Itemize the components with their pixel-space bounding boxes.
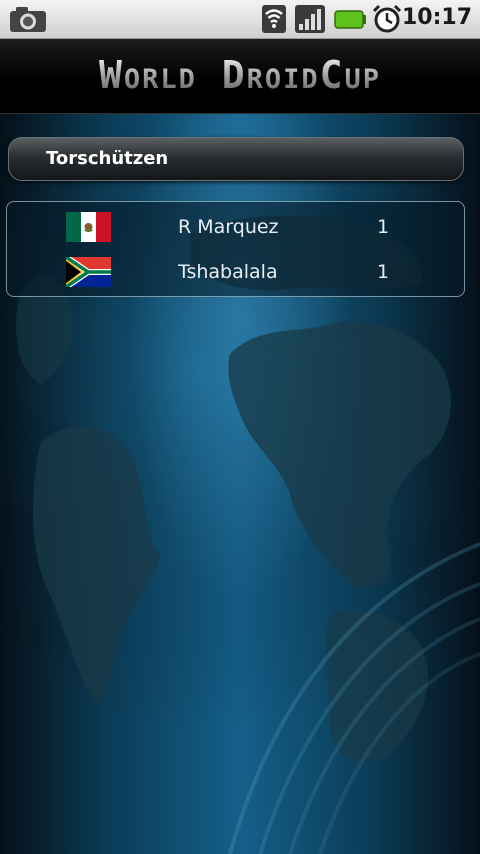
south-africa-flag-icon	[66, 257, 111, 287]
alarm-icon	[372, 4, 402, 33]
scorer-goals: 1	[377, 216, 390, 238]
status-time: 10:17	[401, 5, 472, 30]
app-title: World DroidCup	[0, 53, 480, 97]
screen: 10:17 World DroidCup Torschützen R Marqu…	[0, 0, 480, 854]
scorer-name: Tshabalala	[178, 261, 278, 283]
camera-icon	[10, 7, 46, 32]
scorer-goals: 1	[377, 261, 390, 283]
mexico-flag-icon	[66, 212, 111, 242]
scorer-name: R Marquez	[178, 216, 279, 238]
table-row[interactable]: R Marquez 1	[7, 204, 464, 248]
section-title: Torschützen	[46, 148, 169, 169]
scorers-table: R Marquez 1 Tshabalala 1	[6, 201, 465, 297]
wifi-icon	[262, 5, 286, 33]
section-header-bar: Torschützen	[8, 137, 464, 181]
status-bar: 10:17	[0, 0, 480, 39]
signal-icon	[295, 5, 325, 33]
app-header: World DroidCup	[0, 39, 480, 114]
table-row[interactable]: Tshabalala 1	[7, 249, 464, 293]
battery-icon	[334, 10, 366, 29]
